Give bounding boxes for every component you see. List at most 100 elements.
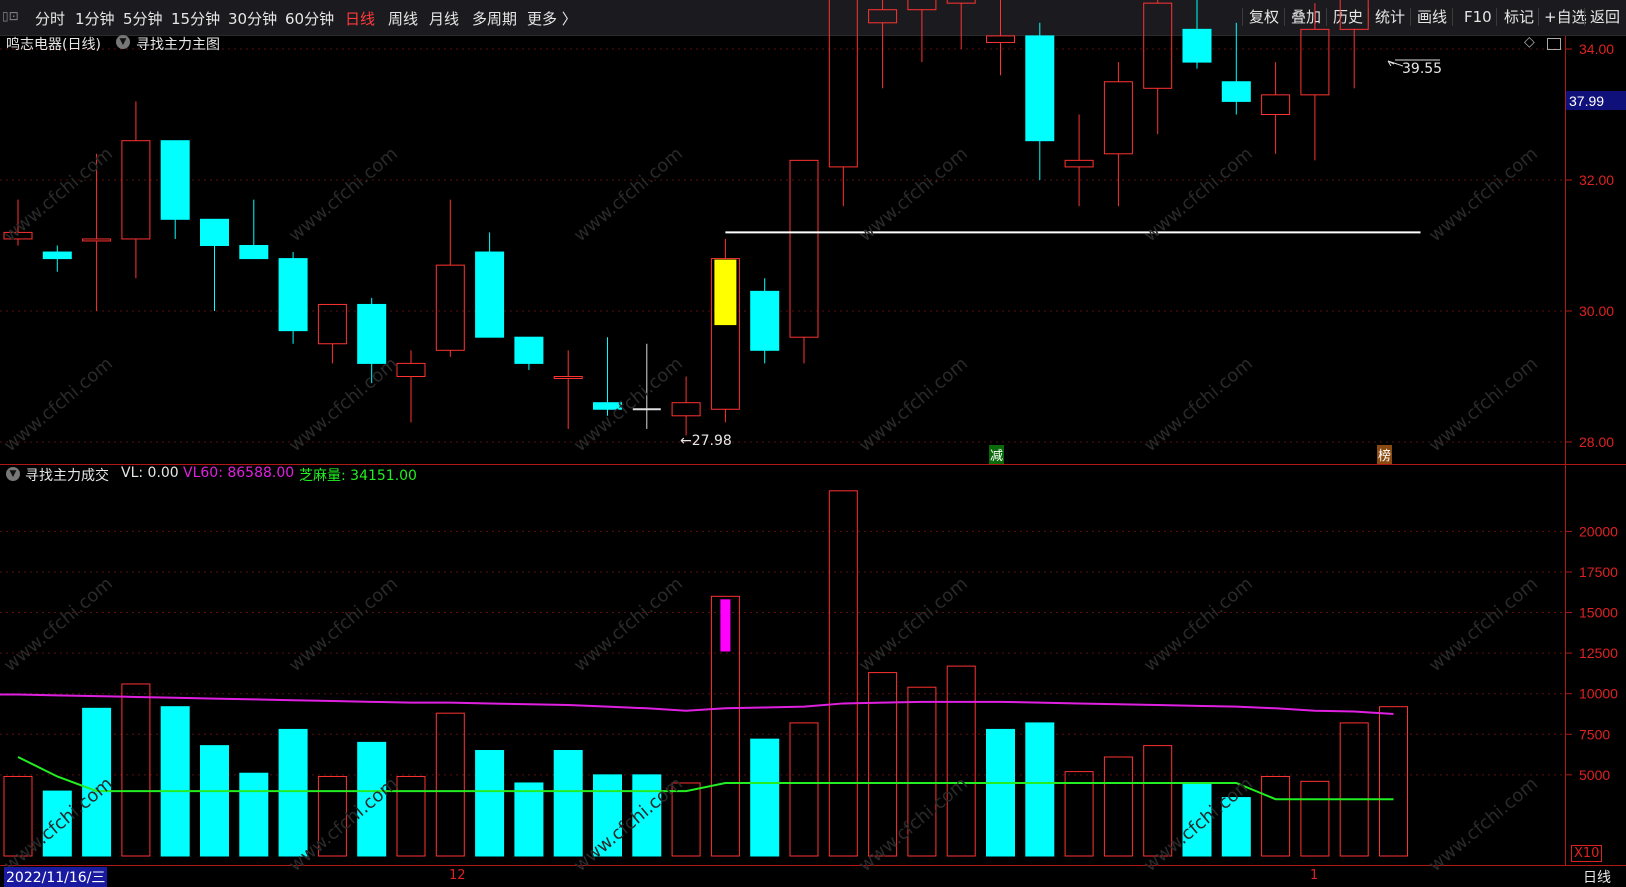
candle xyxy=(1025,22,1055,180)
volume-bar xyxy=(750,738,780,857)
candle xyxy=(1182,0,1212,69)
rank-marker[interactable]: 榜 xyxy=(1377,445,1393,464)
candle-body xyxy=(946,0,976,4)
price-tick-label: 32.00 xyxy=(1579,172,1614,188)
candle-body xyxy=(1025,35,1055,142)
volume-bar xyxy=(121,683,151,857)
candle-body xyxy=(82,238,112,242)
candle-body xyxy=(357,303,387,364)
candle-body xyxy=(200,218,229,247)
candle-body xyxy=(868,9,898,24)
volume-signal-bar xyxy=(720,599,731,652)
volume-bar xyxy=(946,665,976,857)
candle xyxy=(789,159,819,364)
volume-bar xyxy=(475,750,505,857)
period-label[interactable]: 日线 xyxy=(1583,867,1611,887)
vl60-line xyxy=(0,693,1394,715)
candle xyxy=(396,350,426,423)
candle-body xyxy=(986,35,1015,43)
candlesticks xyxy=(3,0,1369,436)
volume-bar xyxy=(200,745,229,857)
candle xyxy=(1064,114,1094,207)
volume-bar xyxy=(278,728,308,857)
candle-body xyxy=(828,0,858,168)
volume-bars xyxy=(3,490,1408,857)
volume-bar xyxy=(553,750,583,857)
candle-body xyxy=(1143,2,1173,89)
candle-body xyxy=(475,251,505,338)
month-label-1: 1 xyxy=(1310,868,1319,883)
candle xyxy=(317,303,347,364)
high-arrow-icon xyxy=(1387,60,1404,67)
candle xyxy=(160,140,190,239)
candle xyxy=(1103,62,1133,207)
unit-label: X10 xyxy=(1571,845,1603,862)
volume-tick-label: 10000 xyxy=(1579,686,1618,702)
vl-value: VL: 0.00 xyxy=(121,465,179,481)
zhima-value: 芝麻量: 34151.00 xyxy=(299,468,417,484)
price-tick-label: 34.00 xyxy=(1579,41,1614,57)
panel-layout-icon[interactable] xyxy=(1547,38,1561,50)
vol-indicator-toggle-icon[interactable]: ▼ xyxy=(6,467,20,481)
volume-bar xyxy=(160,706,190,857)
main-indicator-name[interactable]: 寻找主力主图 xyxy=(136,34,220,54)
candle xyxy=(42,245,72,272)
vl60-value: VL60: 86588.00 xyxy=(183,465,295,481)
price-gridlines xyxy=(0,48,1565,443)
volume-bar xyxy=(1379,706,1408,857)
price-tick-label: 28.00 xyxy=(1579,434,1614,450)
candle xyxy=(1300,3,1330,161)
candle xyxy=(475,232,505,338)
candle xyxy=(986,0,1015,76)
vol-indicator-name[interactable]: 寻找主力成交 xyxy=(25,465,109,485)
volume-gridlines xyxy=(0,530,1565,776)
candle-body xyxy=(317,303,347,345)
candle-body xyxy=(907,0,937,11)
volume-bar xyxy=(986,728,1015,857)
candle xyxy=(514,336,544,370)
reduce-marker[interactable]: 减 xyxy=(989,445,1005,464)
volume-axis: 20000 17500 15000 12500 10000 7500 5000 xyxy=(1565,523,1618,783)
candle xyxy=(278,252,308,344)
diamond-icon[interactable]: ◇ xyxy=(1524,34,1535,50)
candle xyxy=(907,0,937,63)
low-price-label: ←27.98 xyxy=(680,433,732,449)
candle-body xyxy=(278,258,308,332)
price-tick-label: 30.00 xyxy=(1579,303,1614,319)
candle-body xyxy=(1221,81,1251,102)
candle-body xyxy=(1103,81,1133,155)
volume-bar xyxy=(828,490,858,857)
volume-tick-label: 15000 xyxy=(1579,605,1618,621)
candle-body xyxy=(1261,94,1291,115)
indicator-toggle-icon[interactable]: ▼ xyxy=(116,35,130,49)
candle-body xyxy=(239,245,269,260)
volume-tick-label: 17500 xyxy=(1579,564,1618,580)
candle xyxy=(946,0,976,49)
candle-body xyxy=(1182,28,1212,63)
candle xyxy=(1261,62,1291,154)
volume-bar xyxy=(1064,771,1094,857)
volume-bar xyxy=(1300,780,1330,857)
candle xyxy=(200,218,229,311)
candle-body xyxy=(1064,159,1094,168)
candle xyxy=(1221,22,1251,115)
volume-tick-label: 7500 xyxy=(1579,726,1610,742)
candle xyxy=(868,0,898,89)
candle xyxy=(435,199,465,357)
volume-bar xyxy=(1339,722,1369,857)
candle xyxy=(671,376,701,436)
candle xyxy=(239,199,269,260)
volume-bar xyxy=(1025,722,1055,857)
volume-bar xyxy=(1103,756,1133,857)
signal-highlight xyxy=(714,259,737,326)
candle xyxy=(828,0,858,207)
volume-bar xyxy=(1261,775,1291,857)
current-price-tag: 37.99 xyxy=(1569,93,1604,109)
candle-body xyxy=(42,251,72,260)
candle-body xyxy=(750,290,780,351)
price-axis: 36.0034.0032.0030.0028.00 xyxy=(1565,41,1614,450)
candle-body xyxy=(396,362,426,377)
kline-chart[interactable]: 36.0034.0032.0030.0028.00 20000175001500… xyxy=(0,0,1626,886)
candle-body xyxy=(1300,28,1330,96)
candle-body xyxy=(121,140,151,240)
